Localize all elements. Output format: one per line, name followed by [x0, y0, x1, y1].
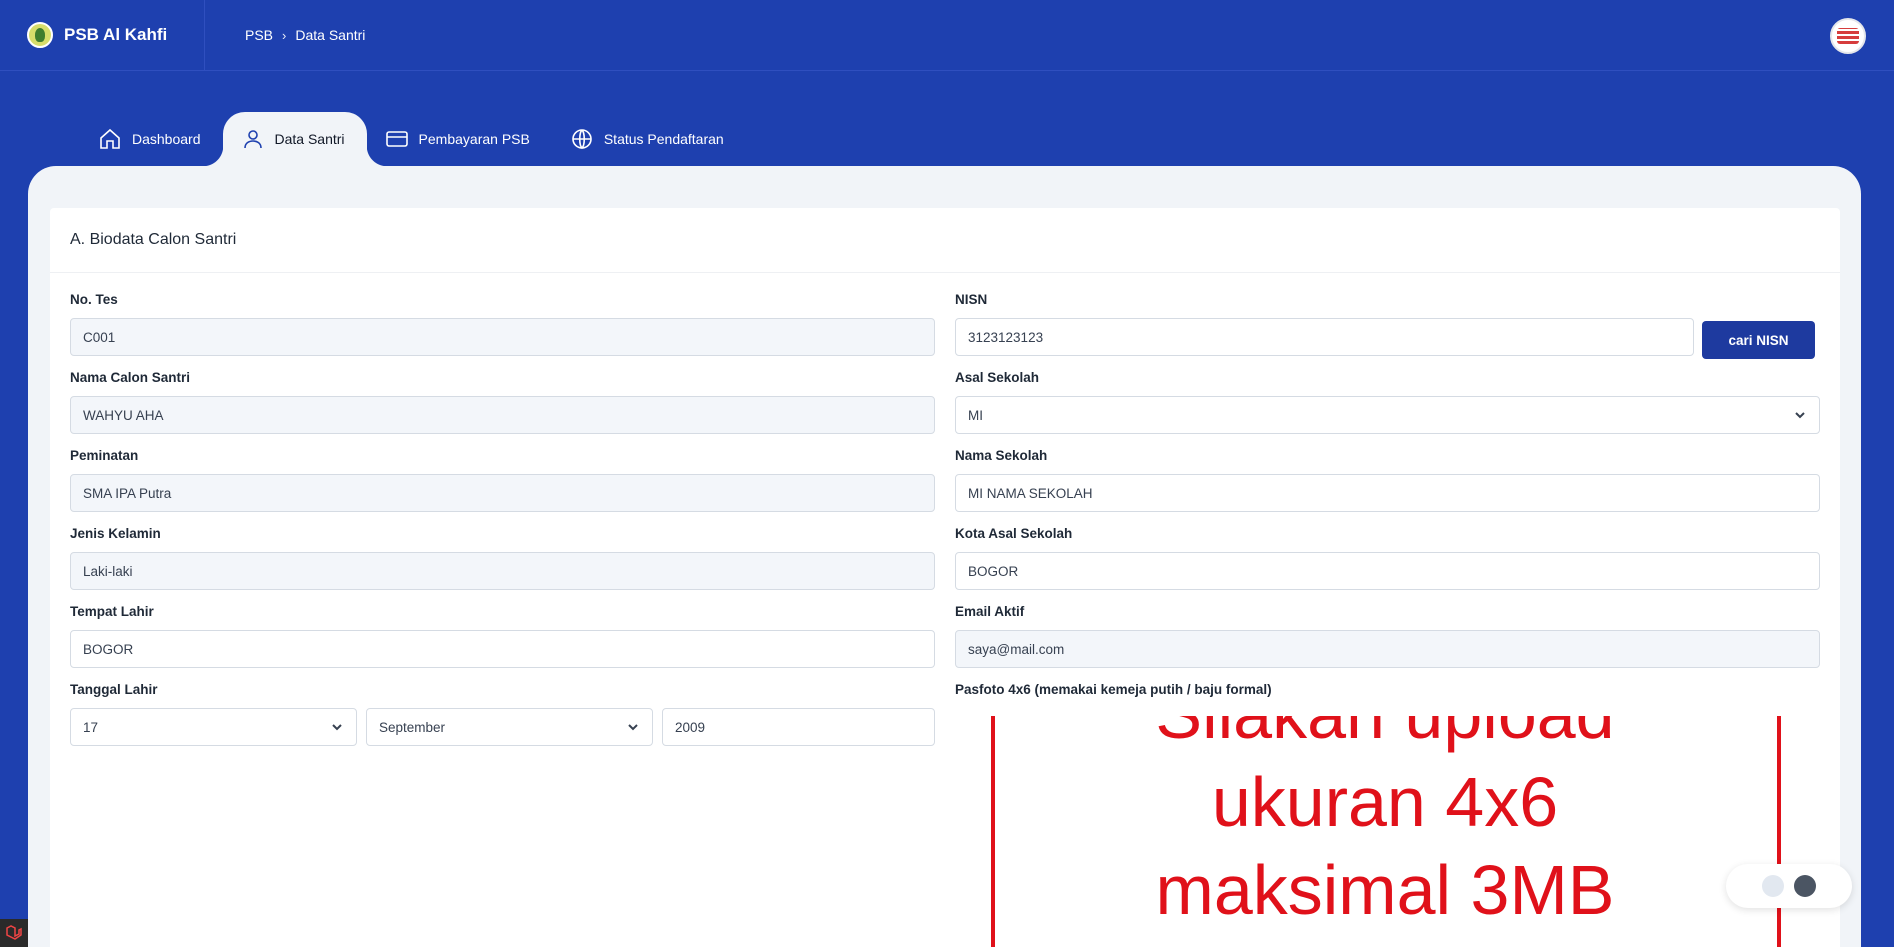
placeholder-line-2: ukuran 4x6: [1211, 763, 1559, 841]
no-tes-input[interactable]: C001: [70, 318, 935, 356]
dark-mode-dot[interactable]: [1794, 875, 1816, 897]
tab-dashboard[interactable]: Dashboard: [80, 112, 223, 166]
tab-pembayaran-psb[interactable]: Pembayaran PSB: [367, 112, 552, 166]
tempat-lahir-field: Tempat Lahir BOGOR: [70, 604, 935, 668]
home-icon: [100, 128, 120, 149]
chevron-down-icon: [332, 724, 342, 731]
tab-data-santri[interactable]: Data Santri: [202, 112, 387, 166]
day-value: 17: [83, 719, 99, 735]
no-tes-field: No. Tes C001: [70, 292, 935, 356]
nama-input[interactable]: WAHYU AHA: [70, 396, 935, 434]
asal-sekolah-label: Asal Sekolah: [955, 370, 1040, 385]
tanggal-lahir-field: Tanggal Lahir 17 September 2009: [70, 682, 935, 746]
tempat-lahir-label: Tempat Lahir: [70, 604, 154, 619]
chevron-down-icon: [1795, 412, 1805, 419]
kota-asal-label: Kota Asal Sekolah: [955, 526, 1073, 541]
asal-sekolah-select[interactable]: MI: [955, 396, 1820, 434]
nisn-input[interactable]: 3123123123: [955, 318, 1694, 356]
credit-card-icon: [385, 131, 408, 147]
peminatan-input[interactable]: SMA IPA Putra: [70, 474, 935, 512]
nama-field: Nama Calon Santri WAHYU AHA: [70, 370, 935, 434]
nama-sekolah-label: Nama Sekolah: [955, 448, 1048, 463]
email-label: Email Aktif: [955, 604, 1025, 619]
breadcrumb: PSB › Data Santri: [205, 27, 365, 43]
placeholder-line-1: Silakan upload: [955, 716, 1815, 758]
breadcrumb-current: Data Santri: [295, 27, 366, 43]
nama-label: Nama Calon Santri: [70, 370, 191, 385]
month-value: September: [379, 719, 446, 735]
avatar[interactable]: [1830, 18, 1866, 54]
kota-asal-input[interactable]: BOGOR: [955, 552, 1820, 590]
peminatan-field: Peminatan SMA IPA Putra: [70, 448, 935, 512]
nama-sekolah-field: Nama Sekolah MI NAMA SEKOLAH: [955, 448, 1820, 512]
asal-sekolah-field: Asal Sekolah MI: [955, 370, 1820, 434]
laravel-icon: [6, 925, 22, 940]
theme-toggle[interactable]: [1726, 864, 1852, 908]
email-input[interactable]: saya@mail.com: [955, 630, 1820, 668]
email-field: Email Aktif saya@mail.com: [955, 604, 1820, 668]
pasfoto-field: Pasfoto 4x6 (memakai kemeja putih / baju…: [955, 682, 1820, 708]
chevron-right-icon: ›: [282, 27, 287, 43]
year-input[interactable]: 2009: [662, 708, 935, 746]
globe-icon: [572, 129, 592, 150]
month-select[interactable]: September: [366, 708, 653, 746]
tab-label: Pembayaran PSB: [418, 131, 530, 147]
tab-status-pendaftaran[interactable]: Status Pendaftaran: [552, 112, 746, 166]
nama-sekolah-input[interactable]: MI NAMA SEKOLAH: [955, 474, 1820, 512]
kota-asal-field: Kota Asal Sekolah BOGOR: [955, 526, 1820, 590]
jenis-kelamin-label: Jenis Kelamin: [70, 526, 161, 541]
jenis-kelamin-input[interactable]: Laki-laki: [70, 552, 935, 590]
tab-label: Status Pendaftaran: [603, 131, 724, 147]
cari-nisn-button[interactable]: cari NISN: [1702, 321, 1815, 359]
logo-icon: [27, 22, 53, 48]
nisn-field: NISN 3123123123: [955, 292, 1694, 356]
brand-name: PSB Al Kahfi: [64, 25, 168, 44]
tab-label: Dashboard: [132, 131, 201, 147]
tab-bar: Dashboard Data Santri Pembayaran PSB Sta…: [80, 112, 746, 166]
light-mode-dot[interactable]: [1762, 875, 1784, 897]
asal-sekolah-value: MI: [968, 407, 983, 423]
user-icon: [243, 130, 262, 149]
tanggal-lahir-label: Tanggal Lahir: [70, 682, 158, 697]
framework-badge[interactable]: [0, 919, 28, 947]
peminatan-label: Peminatan: [70, 448, 139, 463]
pasfoto-upload-area[interactable]: Silakan upload ukuran 4x6 maksimal 3MB: [955, 716, 1815, 947]
jenis-kelamin-field: Jenis Kelamin Laki-laki: [70, 526, 935, 590]
nisn-label: NISN: [955, 292, 988, 307]
day-select[interactable]: 17: [70, 708, 357, 746]
placeholder-line-3: maksimal 3MB: [1155, 851, 1615, 929]
breadcrumb-root[interactable]: PSB: [245, 27, 273, 43]
tempat-lahir-input[interactable]: BOGOR: [70, 630, 935, 668]
section-title: A. Biodata Calon Santri: [50, 208, 1840, 273]
tab-label: Data Santri: [274, 131, 345, 147]
pasfoto-label: Pasfoto 4x6 (memakai kemeja putih / baju…: [955, 682, 1272, 697]
top-bar: PSB Al Kahfi PSB › Data Santri: [0, 0, 1894, 71]
brand[interactable]: PSB Al Kahfi: [0, 0, 205, 71]
no-tes-label: No. Tes: [70, 292, 118, 307]
chevron-down-icon: [628, 724, 638, 731]
